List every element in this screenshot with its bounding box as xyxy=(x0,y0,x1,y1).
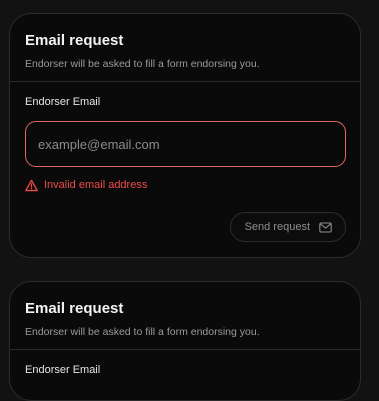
card-description: Endorser will be asked to fill a form en… xyxy=(25,326,260,338)
card-header: Email request Endorser will be asked to … xyxy=(10,282,360,350)
endorser-email-input[interactable] xyxy=(25,121,346,167)
send-request-button[interactable]: Send request xyxy=(229,212,346,242)
warning-triangle-icon xyxy=(25,179,38,191)
endorser-email-label: Endorser Email xyxy=(25,96,101,108)
email-request-card-2: Email request Endorser will be asked to … xyxy=(9,281,361,401)
card-description: Endorser will be asked to fill a form en… xyxy=(25,58,260,70)
error-text: Invalid email address xyxy=(44,179,148,191)
card-title: Email request xyxy=(25,32,124,49)
card-body: Endorser Email Invalid email address xyxy=(10,82,360,192)
send-request-label: Send request xyxy=(244,221,310,233)
card-title: Email request xyxy=(25,300,124,317)
error-message: Invalid email address xyxy=(25,178,345,192)
card-body: Endorser Email xyxy=(10,350,360,377)
email-request-card: Email request Endorser will be asked to … xyxy=(9,13,361,258)
card-header: Email request Endorser will be asked to … xyxy=(10,14,360,82)
mail-icon xyxy=(319,222,332,232)
endorser-email-label: Endorser Email xyxy=(25,364,101,376)
